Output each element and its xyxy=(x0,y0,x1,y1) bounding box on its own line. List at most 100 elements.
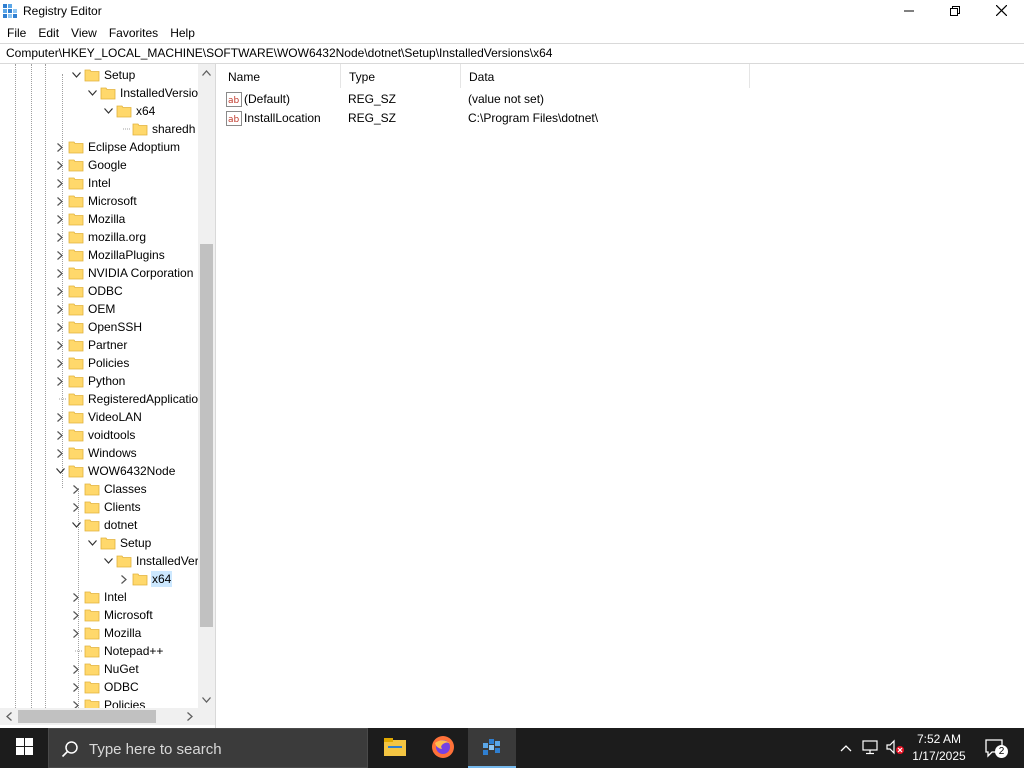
tree-node[interactable]: Python xyxy=(54,372,126,390)
tree-node[interactable]: Intel xyxy=(70,588,128,606)
tree-node[interactable]: Partner xyxy=(54,336,128,354)
chevron-right-icon[interactable] xyxy=(54,300,66,318)
tree-node[interactable]: Google xyxy=(54,156,128,174)
scroll-left-arrow-icon[interactable] xyxy=(0,708,17,725)
tree-node[interactable]: dotnet xyxy=(70,516,138,534)
scroll-up-arrow-icon[interactable] xyxy=(198,64,215,81)
tree-node[interactable]: Windows xyxy=(54,444,138,462)
tree-node[interactable]: Intel xyxy=(54,174,112,192)
tree-node[interactable]: Microsoft xyxy=(54,192,138,210)
chevron-right-icon[interactable] xyxy=(54,336,66,354)
tree-node[interactable]: x64 xyxy=(102,102,156,120)
chevron-right-icon[interactable] xyxy=(70,624,82,642)
tree-node[interactable]: Setup xyxy=(70,66,136,84)
taskbar-firefox[interactable] xyxy=(419,728,467,768)
list-row-installlocation[interactable]: ab InstallLocation REG_SZ C:\Program Fil… xyxy=(220,109,1000,128)
restore-button[interactable] xyxy=(932,0,978,23)
tree-node[interactable]: ODBC xyxy=(54,282,124,300)
close-button[interactable] xyxy=(978,0,1024,23)
chevron-right-icon[interactable] xyxy=(54,228,66,246)
chevron-down-icon[interactable] xyxy=(86,534,98,552)
tree-node[interactable]: sharedh xyxy=(118,120,196,138)
chevron-right-icon[interactable] xyxy=(54,354,66,372)
list-row-default[interactable]: ab (Default) REG_SZ (value not set) xyxy=(220,90,1000,109)
chevron-right-icon[interactable] xyxy=(54,426,66,444)
chevron-right-icon[interactable] xyxy=(54,408,66,426)
chevron-right-icon[interactable] xyxy=(70,480,82,498)
taskbar-search-box[interactable]: Type here to search xyxy=(48,728,368,768)
chevron-right-icon[interactable] xyxy=(54,210,66,228)
chevron-right-icon[interactable] xyxy=(70,606,82,624)
tree-node[interactable]: MozillaPlugins xyxy=(54,246,166,264)
chevron-right-icon[interactable] xyxy=(54,372,66,390)
chevron-right-icon[interactable] xyxy=(54,282,66,300)
column-header-name[interactable]: Name xyxy=(220,64,341,88)
chevron-right-icon[interactable] xyxy=(70,678,82,696)
chevron-right-icon[interactable] xyxy=(54,138,66,156)
chevron-right-icon[interactable] xyxy=(70,498,82,516)
tree-node[interactable]: ODBC xyxy=(70,678,140,696)
tree-node[interactable]: VideoLAN xyxy=(54,408,143,426)
tree-node[interactable]: voidtools xyxy=(54,426,136,444)
tree-vertical-scroll-thumb[interactable] xyxy=(200,244,213,627)
tree-node[interactable]: Policies xyxy=(54,354,130,372)
chevron-right-icon[interactable] xyxy=(70,588,82,606)
chevron-right-icon[interactable] xyxy=(54,318,66,336)
tree-node[interactable]: Clients xyxy=(70,498,142,516)
tree-node[interactable]: Setup xyxy=(86,534,152,552)
action-center-button[interactable]: 2 xyxy=(980,728,1010,768)
minimize-button[interactable] xyxy=(886,0,932,23)
taskbar-file-explorer[interactable] xyxy=(371,728,419,768)
taskbar-registry-editor[interactable] xyxy=(468,728,516,768)
menu-edit[interactable]: Edit xyxy=(32,23,65,43)
tree-node[interactable]: Mozilla xyxy=(70,624,142,642)
menu-view[interactable]: View xyxy=(65,23,103,43)
tree-node[interactable]: NVIDIA Corporation xyxy=(54,264,194,282)
menu-favorites[interactable]: Favorites xyxy=(103,23,164,43)
tree-node[interactable]: InstalledVersio xyxy=(86,84,198,102)
start-button[interactable] xyxy=(0,728,48,768)
chevron-down-icon[interactable] xyxy=(102,102,114,120)
chevron-right-icon[interactable] xyxy=(54,444,66,462)
tree-node[interactable]: x64 xyxy=(118,570,173,588)
scroll-down-arrow-icon[interactable] xyxy=(198,691,215,708)
column-header-type[interactable]: Type xyxy=(341,64,461,88)
tree-horizontal-scrollbar[interactable] xyxy=(0,708,198,725)
chevron-right-icon[interactable] xyxy=(54,156,66,174)
chevron-down-icon[interactable] xyxy=(70,516,82,534)
tree-node[interactable]: Notepad++ xyxy=(70,642,164,660)
chevron-right-icon[interactable] xyxy=(54,174,66,192)
tree-node[interactable]: Eclipse Adoptium xyxy=(54,138,181,156)
address-bar[interactable]: Computer\HKEY_LOCAL_MACHINE\SOFTWARE\WOW… xyxy=(0,43,1024,64)
tree-node[interactable]: Classes xyxy=(70,480,148,498)
tree-node[interactable]: Mozilla xyxy=(54,210,126,228)
chevron-right-icon[interactable] xyxy=(70,696,82,708)
tree-node[interactable]: OEM xyxy=(54,300,116,318)
tree-node[interactable]: InstalledVer xyxy=(102,552,198,570)
chevron-right-icon[interactable] xyxy=(54,192,66,210)
scroll-right-arrow-icon[interactable] xyxy=(181,708,198,725)
tree-node[interactable]: NuGet xyxy=(70,660,140,678)
chevron-down-icon[interactable] xyxy=(102,552,114,570)
tree-node[interactable]: mozilla.org xyxy=(54,228,147,246)
taskbar-clock[interactable]: 7:52 AM 1/17/2025 xyxy=(902,731,976,765)
show-hidden-icons-button[interactable] xyxy=(836,728,856,768)
column-header-data[interactable]: Data xyxy=(461,64,750,88)
tree-node[interactable]: RegisteredApplicatio xyxy=(54,390,198,408)
chevron-right-icon[interactable] xyxy=(70,660,82,678)
chevron-down-icon[interactable] xyxy=(70,66,82,84)
chevron-right-icon[interactable] xyxy=(54,246,66,264)
chevron-down-icon[interactable] xyxy=(86,84,98,102)
tree-node[interactable]: Microsoft xyxy=(70,606,154,624)
menu-help[interactable]: Help xyxy=(164,23,201,43)
menu-file[interactable]: File xyxy=(1,23,32,43)
network-button[interactable] xyxy=(859,728,883,768)
chevron-right-icon[interactable] xyxy=(118,570,130,588)
tree-node[interactable]: OpenSSH xyxy=(54,318,143,336)
tree-node[interactable]: Policies xyxy=(70,696,146,708)
tree-vertical-scrollbar[interactable] xyxy=(198,64,215,708)
chevron-down-icon[interactable] xyxy=(54,462,66,480)
tree-node[interactable]: WOW6432Node xyxy=(54,462,176,480)
chevron-right-icon[interactable] xyxy=(54,264,66,282)
tree-horizontal-scroll-thumb[interactable] xyxy=(18,710,156,723)
